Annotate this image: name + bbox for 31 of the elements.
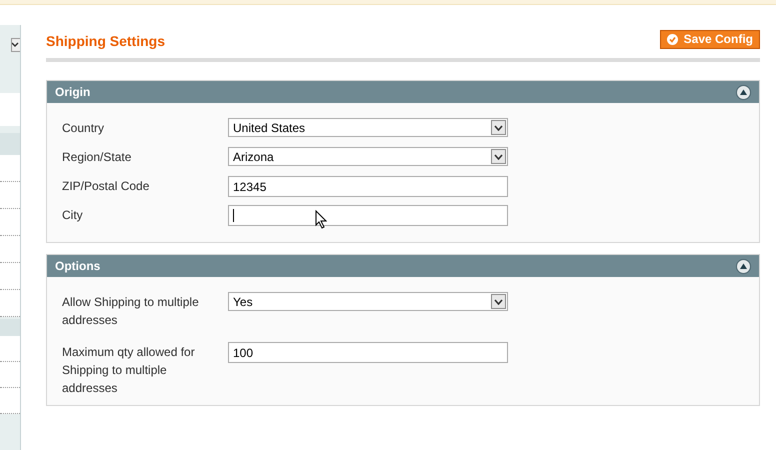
text-caret [233,209,234,222]
field-label: Maximum qty allowed for Shipping to multiple addresses [62,344,196,397]
sidebar-row[interactable] [0,209,20,236]
input-field[interactable]: 12345 [228,176,508,197]
section-header[interactable]: Options [47,255,759,277]
sidebar-row[interactable] [0,263,20,290]
field-label: Country [62,120,106,137]
input-field[interactable]: 100 [228,342,508,363]
sidebar-group-header [0,319,20,336]
page-title: Shipping Settings [46,32,165,51]
select-field[interactable]: Arizona [228,147,508,166]
field-label: Region/State [62,149,132,166]
sidebar-row[interactable] [0,336,20,362]
collapse-icon[interactable] [736,258,751,274]
sidebar-row[interactable] [0,388,20,414]
sidebar-row[interactable] [0,155,20,182]
collapse-icon[interactable] [736,84,751,100]
sidebar-row[interactable] [0,182,20,209]
select-field[interactable]: United States [228,118,508,137]
pointer-cursor-icon [315,210,327,229]
check-icon [666,34,678,44]
field-label: Allow Shipping to multiple addresses [62,294,200,329]
field-label: ZIP/Postal Code [62,178,150,195]
field-label: City [62,207,84,224]
section-header[interactable]: Origin [47,81,759,103]
sidebar-group-header [0,133,20,155]
select-field[interactable]: Yes [228,292,508,311]
sidebar-row[interactable] [0,290,20,317]
sidebar-row[interactable] [0,236,20,263]
input-field[interactable] [228,205,508,226]
sidebar-row[interactable] [0,362,20,388]
